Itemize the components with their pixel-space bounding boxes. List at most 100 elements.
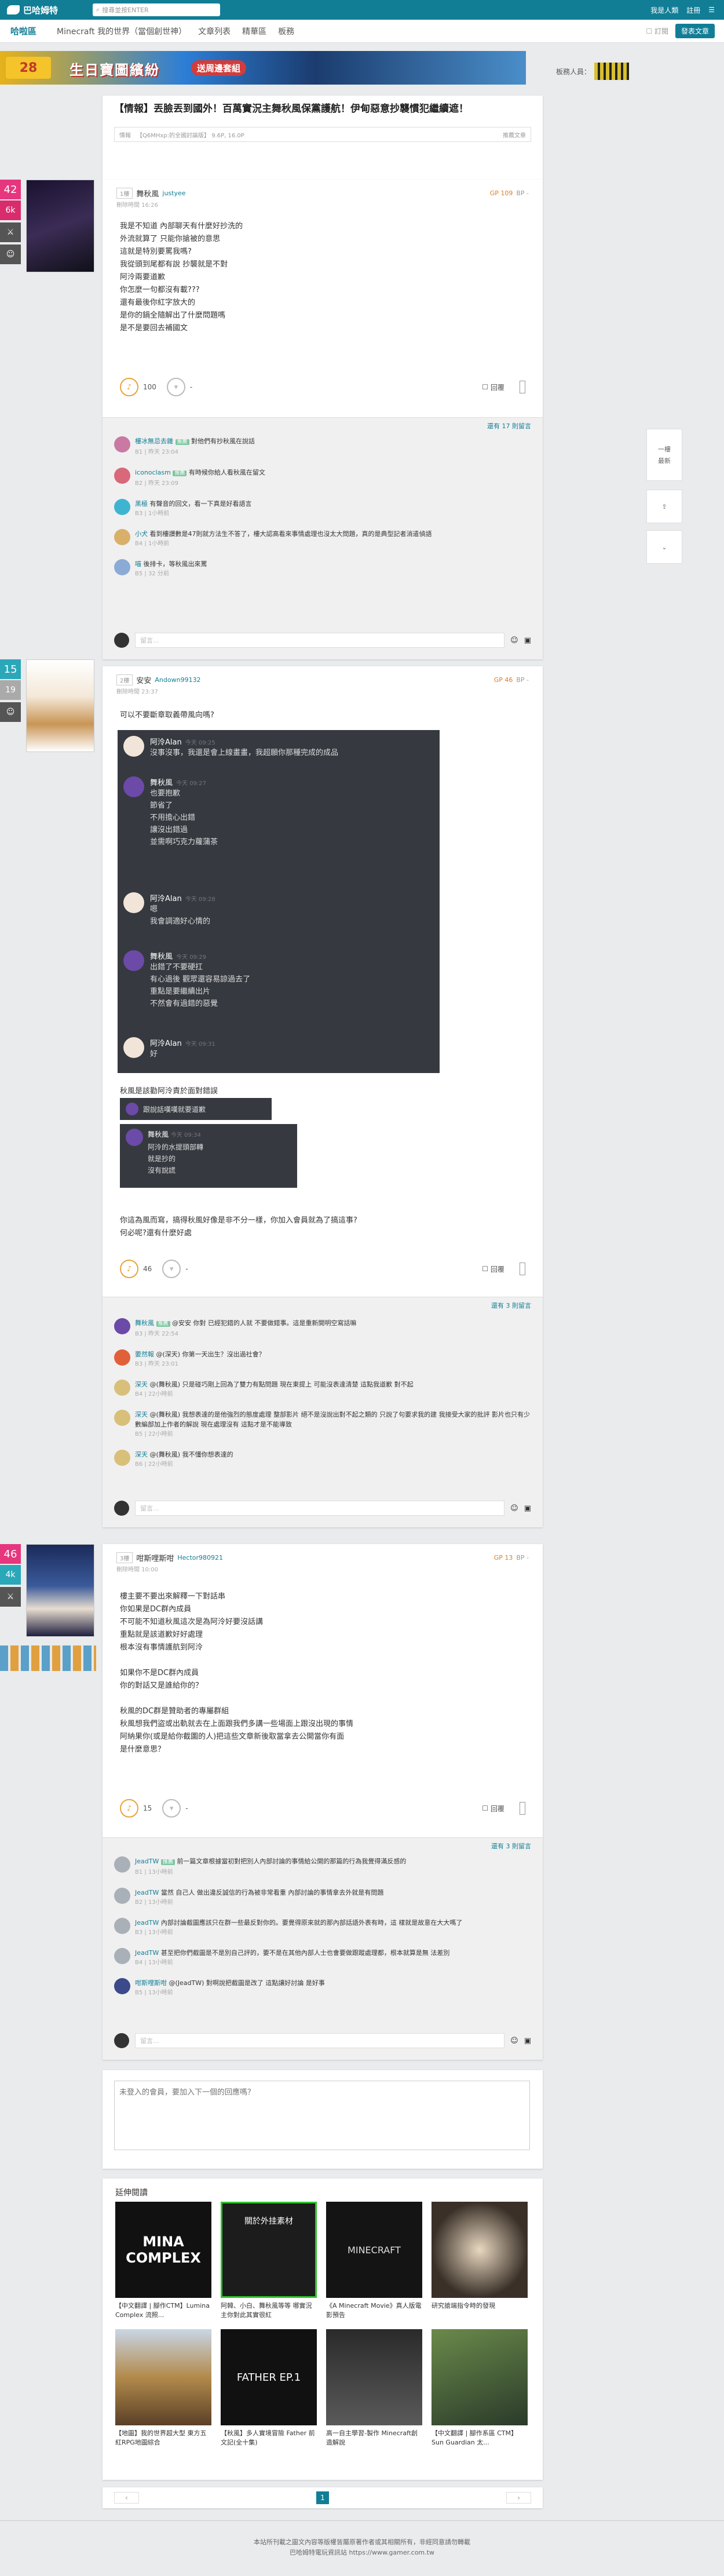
image-icon[interactable]: ▣: [524, 2037, 531, 2045]
thread-tag: 情報: [119, 132, 131, 139]
moderator-avatar[interactable]: [594, 63, 630, 80]
thumbnail: [115, 2329, 211, 2425]
view-all-comments[interactable]: 還有 3 則留言: [491, 1841, 531, 1851]
avatar[interactable]: [114, 1978, 130, 1994]
avatar[interactable]: [114, 1349, 130, 1366]
page-1-button[interactable]: 1: [316, 2491, 329, 2504]
prev-page-button[interactable]: ‹: [114, 2492, 139, 2504]
author-id[interactable]: Hector980921: [177, 1554, 223, 1561]
related-item[interactable]: 高一自主學習-製作 Minecraft創造解說: [326, 2329, 422, 2454]
author-id[interactable]: Andown99132: [155, 676, 200, 684]
user-menu[interactable]: 我是人類: [650, 5, 678, 15]
chat-screenshot: 阿泠Alan 今天 09:25 沒事沒事，我還是會上線畫畫，我超願你那種完成的成品 …: [118, 730, 440, 1073]
avatar[interactable]: [114, 559, 130, 575]
floor-label: 3樓: [116, 1552, 133, 1563]
avatar[interactable]: [114, 1380, 130, 1396]
avatar[interactable]: [114, 1410, 130, 1426]
related-item[interactable]: MINECRAFT 《A Minecraft Movie》真人版電影預告: [326, 2202, 422, 2327]
person-icon: ☺: [0, 245, 21, 264]
scroll-bottom-button[interactable]: ⌄: [646, 530, 682, 564]
recommend-link[interactable]: 推薦文章: [503, 130, 526, 139]
avatar[interactable]: [114, 1948, 130, 1964]
comment-input[interactable]: 留言...: [135, 2033, 505, 2048]
related-item[interactable]: 【中文翻譯 | 腳作系區 CTM】Sun Guardian 太...: [432, 2329, 528, 2454]
reply-button[interactable]: ☐ 回覆: [482, 1264, 504, 1274]
site-logo[interactable]: 巴哈姆特: [7, 4, 82, 16]
latest-link[interactable]: 最新: [658, 456, 671, 465]
avatar[interactable]: [114, 529, 130, 545]
related-item[interactable]: 研究搶端指令時的發現: [432, 2202, 528, 2327]
comment-item: 小犬 看到樓讚數是47則就方法生不答了，樓大認高看來事情處理也沒太大問題，真的是…: [103, 526, 543, 551]
avatar[interactable]: [26, 659, 94, 752]
footer-site[interactable]: 巴哈姆特電玩資訊站 https://www.gamer.com.tw: [0, 2548, 724, 2558]
avatar[interactable]: [114, 1318, 130, 1334]
avatar[interactable]: [114, 1856, 130, 1873]
post-actions: ♪ 15 ▾ - ☐ 回覆: [120, 1799, 525, 1818]
comment-input[interactable]: 留言...: [135, 1501, 505, 1516]
related-item[interactable]: 【地圖】我的世界超大型 東方五紅RPG地圖綜合: [115, 2329, 211, 2454]
banner-text: 生日寶圖繽紛: [70, 62, 160, 78]
emoji-icon[interactable]: ☺: [510, 1504, 518, 1513]
share-button[interactable]: ⇪: [646, 490, 682, 523]
tab-featured[interactable]: 精華區: [242, 25, 266, 37]
author-name[interactable]: 安安: [136, 674, 151, 685]
bp-button[interactable]: ▾: [162, 1799, 181, 1818]
post-intro: 可以不要斷章取義帶風向嗎?: [120, 711, 214, 720]
author-name[interactable]: 咁斯哩斯咁: [136, 1552, 174, 1563]
avatar[interactable]: [114, 1450, 130, 1466]
emoji-icon[interactable]: ☺: [510, 636, 518, 645]
gp-button[interactable]: ♪: [120, 1799, 138, 1818]
avatar[interactable]: [114, 499, 130, 515]
reply-button[interactable]: ☐ 回覆: [482, 382, 504, 392]
reply-button[interactable]: ☐ 回覆: [482, 1804, 504, 1814]
image-icon[interactable]: ▣: [524, 636, 531, 645]
achievement-badges[interactable]: [0, 1645, 96, 1671]
emoji-icon[interactable]: ☺: [510, 2037, 518, 2045]
gp-button[interactable]: ♪: [120, 378, 138, 396]
avatar[interactable]: [114, 1918, 130, 1934]
floor-nav[interactable]: 一樓 最新: [646, 429, 682, 481]
post-actions: ♪ 100 ▾ - ☐ 回覆: [120, 378, 525, 396]
more-options-button[interactable]: [520, 1802, 525, 1815]
bp-button[interactable]: ▾: [166, 378, 185, 396]
register-link[interactable]: 註冊: [686, 5, 700, 15]
tab-articles[interactable]: 文章列表: [198, 25, 231, 37]
view-all-comments[interactable]: 還有 17 則留言: [487, 421, 531, 430]
next-page-button[interactable]: ›: [506, 2492, 531, 2504]
related-item[interactable]: 關於外挂素材 阿韓、小白、舞秋風等等 哪實況主你對此其實很紅: [221, 2202, 317, 2327]
avatar[interactable]: [26, 1544, 94, 1637]
view-all-comments[interactable]: 還有 3 則留言: [491, 1301, 531, 1310]
gp-button[interactable]: ♪: [120, 1260, 138, 1278]
author-name[interactable]: 舞秋風: [136, 188, 159, 199]
menu-icon[interactable]: ☰: [708, 6, 715, 14]
post-article-button[interactable]: 發表文章: [675, 24, 715, 38]
logo-icon: [7, 5, 20, 14]
comment-input[interactable]: 留言...: [135, 633, 505, 648]
avatar[interactable]: [26, 180, 94, 272]
board-name[interactable]: 哈啦區: [10, 25, 45, 37]
reply-textarea[interactable]: [114, 2081, 530, 2150]
comment-area: 還有 3 則留言 JeadTW 推薦 前一篇文章根據當初對把別人內部討論的事情給…: [103, 1837, 543, 2060]
bp-button[interactable]: ▾: [162, 1260, 181, 1278]
tab-board[interactable]: Minecraft 我的世界（當個創世神）: [57, 25, 187, 37]
promo-banner[interactable]: 28 生日寶圖繽紛 送周邊套組: [0, 51, 526, 85]
related-articles: 延伸閱讀 MINA COMPLEX 【中文翻譯 | 腳作CTM】Lumina Co…: [103, 2179, 543, 2480]
tab-admin[interactable]: 板務: [278, 25, 294, 37]
subscribe-button[interactable]: ☐ 訂閱: [646, 26, 668, 36]
comment-item: 樓冰無忌去雜 推薦 對他們有抄秋風在說話 B1 | 昨天 23:04: [103, 433, 543, 459]
search-input[interactable]: ⌕ 搜尋並按ENTER: [93, 3, 220, 16]
comment-item: JeadTW 推薦 前一篇文章根據當初對把別人內部討論的事情給公開的那篇的行為我…: [103, 1853, 543, 1880]
image-icon[interactable]: ▣: [524, 1504, 531, 1513]
more-options-button[interactable]: [520, 381, 525, 393]
more-options-button[interactable]: [520, 1263, 525, 1275]
avatar[interactable]: [114, 468, 130, 484]
author-id[interactable]: justyee: [162, 189, 185, 197]
floor-label: 2樓: [116, 674, 133, 685]
avatar[interactable]: [114, 436, 130, 453]
related-item[interactable]: FATHER EP.1 【秋風】多人實境冒險 Father 前文記(全十集): [221, 2329, 317, 2454]
first-floor-link[interactable]: 一樓: [658, 444, 671, 454]
thumbnail: [326, 2329, 422, 2425]
related-item[interactable]: MINA COMPLEX 【中文翻譯 | 腳作CTM】Lumina Complex…: [115, 2202, 211, 2327]
post-time: 刪除時間 10:00: [116, 1567, 158, 1573]
avatar[interactable]: [114, 1888, 130, 1904]
